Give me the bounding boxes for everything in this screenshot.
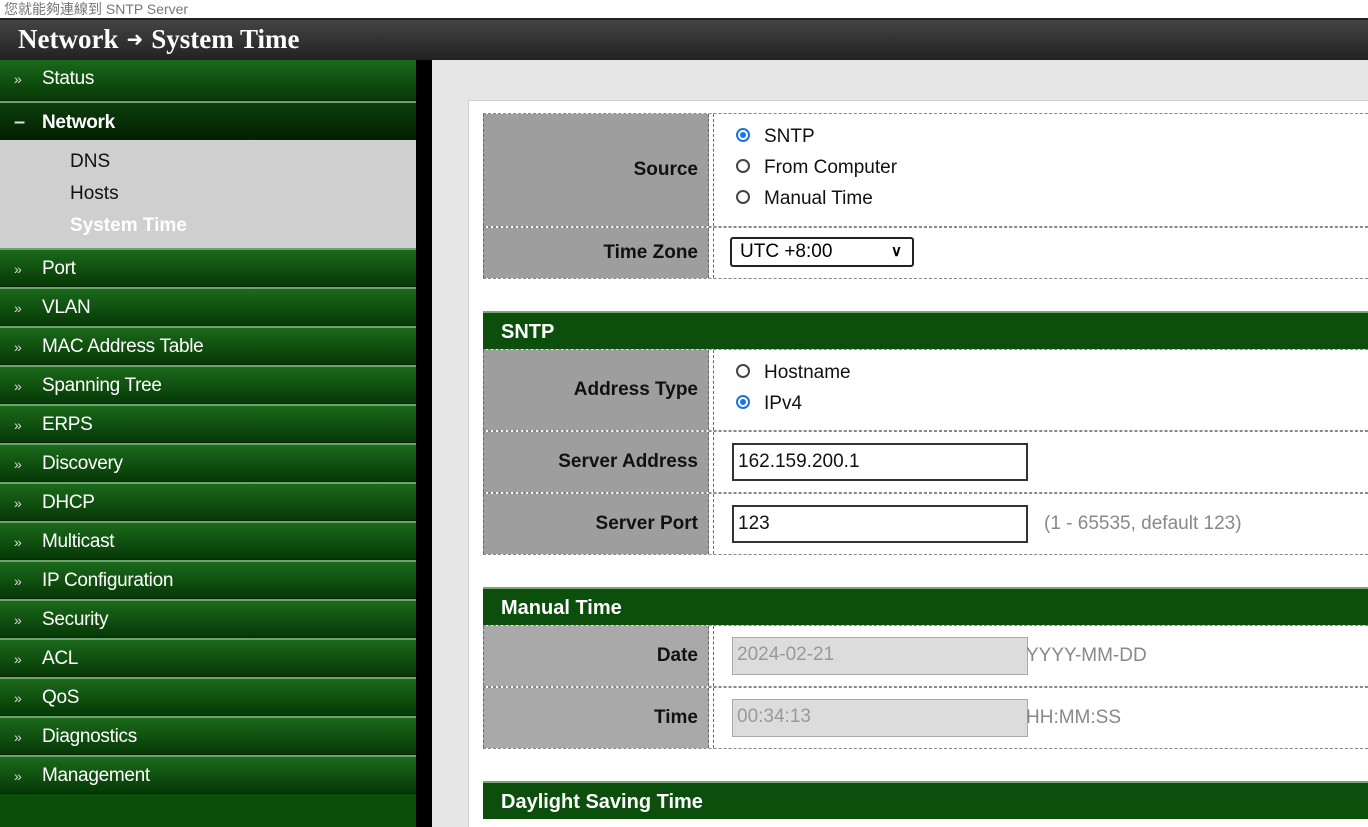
time-zone-select[interactable]: UTC +8:00 ∨: [730, 237, 914, 267]
breadcrumb-page: System Time: [151, 24, 300, 54]
chevron-double-down-icon: »: [14, 417, 22, 433]
date-cell: 2024-02-21 YYYY-MM-DD: [713, 626, 1368, 686]
chevron-double-down-icon: »: [14, 573, 22, 589]
sidebar-item-diagnostics[interactable]: » Diagnostics: [0, 716, 416, 755]
time-cell: 00:34:13 HH:MM:SS: [713, 688, 1368, 748]
address-type-row: Address Type Hostname IPv4: [483, 349, 1368, 431]
server-port-cell: 123 (1 - 65535, default 123): [713, 494, 1368, 554]
date-label: Date: [483, 626, 709, 686]
server-port-input[interactable]: 123: [732, 505, 1028, 543]
radio-icon[interactable]: [736, 158, 750, 173]
server-port-row: Server Port 123 (1 - 65535, default 123): [483, 493, 1368, 555]
chevron-double-down-icon: »: [14, 690, 22, 706]
settings-panel: Source SNTP From Computer Manual Time Ti…: [468, 100, 1368, 827]
manual-time-section-header: Manual Time: [483, 587, 1368, 625]
sidebar-divider: [416, 60, 432, 827]
source-options: SNTP From Computer Manual Time: [713, 114, 1368, 226]
source-row: Source SNTP From Computer Manual Time: [483, 113, 1368, 227]
time-zone-row: Time Zone UTC +8:00 ∨: [483, 227, 1368, 279]
chevron-double-down-icon: »: [14, 300, 22, 316]
chevron-double-down-icon: »: [14, 261, 22, 277]
sidebar-item-acl[interactable]: » ACL: [0, 638, 416, 677]
server-address-cell: 162.159.200.1: [713, 432, 1368, 492]
time-zone-cell: UTC +8:00 ∨: [713, 228, 1368, 278]
address-type-label: Address Type: [483, 350, 709, 430]
date-format-hint: YYYY-MM-DD: [1026, 645, 1147, 666]
time-input[interactable]: 00:34:13: [732, 699, 1028, 737]
chevron-double-down-icon: »: [14, 534, 22, 550]
sidebar-item-erps[interactable]: » ERPS: [0, 404, 416, 443]
sidebar-item-mac-address-table[interactable]: » MAC Address Table: [0, 326, 416, 365]
chevron-double-down-icon: »: [14, 651, 22, 667]
sidebar-item-qos[interactable]: » QoS: [0, 677, 416, 716]
radio-selected-icon[interactable]: [736, 394, 750, 409]
sidebar-item-discovery[interactable]: » Discovery: [0, 443, 416, 482]
source-option-from-computer[interactable]: From Computer: [714, 152, 1368, 183]
sidebar-item-port[interactable]: » Port: [0, 248, 416, 287]
network-submenu: DNS Hosts System Time: [0, 140, 416, 248]
sidebar-subitem-system-time[interactable]: System Time: [0, 210, 416, 242]
address-type-option-ipv4[interactable]: IPv4: [714, 388, 1368, 419]
radio-selected-icon[interactable]: [736, 127, 750, 142]
chevron-double-down-icon: »: [14, 71, 22, 87]
radio-icon[interactable]: [736, 189, 750, 204]
source-option-sntp[interactable]: SNTP: [714, 121, 1368, 152]
date-row: Date 2024-02-21 YYYY-MM-DD: [483, 625, 1368, 687]
sidebar-item-dhcp[interactable]: » DHCP: [0, 482, 416, 521]
chevron-double-down-icon: »: [14, 339, 22, 355]
breadcrumb-section: Network: [18, 24, 119, 54]
server-address-input[interactable]: 162.159.200.1: [732, 443, 1028, 481]
time-zone-label: Time Zone: [483, 228, 709, 278]
time-row: Time 00:34:13 HH:MM:SS: [483, 687, 1368, 749]
server-port-hint: (1 - 65535, default 123): [1044, 513, 1242, 534]
chevron-double-down-icon: »: [14, 495, 22, 511]
chevron-double-down-icon: »: [14, 378, 22, 394]
address-type-option-hostname[interactable]: Hostname: [714, 357, 1368, 388]
server-address-label: Server Address: [483, 432, 709, 492]
radio-icon[interactable]: [736, 363, 750, 378]
sidebar-item-security[interactable]: » Security: [0, 599, 416, 638]
time-label: Time: [483, 688, 709, 748]
breadcrumb-arrow-icon: ➜: [126, 29, 144, 51]
chevron-double-down-icon: »: [14, 612, 22, 628]
date-input[interactable]: 2024-02-21: [732, 637, 1028, 675]
sidebar-subitem-hosts[interactable]: Hosts: [0, 178, 416, 210]
server-address-row: Server Address 162.159.200.1: [483, 431, 1368, 493]
source-label: Source: [483, 114, 709, 226]
chevron-double-down-icon: »: [14, 768, 22, 784]
sntp-section-header: SNTP: [483, 311, 1368, 349]
minus-icon: –: [14, 111, 25, 133]
top-caption-strip: 您就能夠連線到 SNTP Server: [0, 0, 1368, 18]
chevron-double-down-icon: »: [14, 456, 22, 472]
sidebar-item-status[interactable]: » Status: [0, 60, 416, 101]
main-content: Source SNTP From Computer Manual Time Ti…: [432, 60, 1368, 827]
server-port-label: Server Port: [483, 494, 709, 554]
dst-section-header: Daylight Saving Time: [483, 781, 1368, 819]
sidebar-subitem-dns[interactable]: DNS: [0, 146, 416, 178]
chevron-double-down-icon: »: [14, 729, 22, 745]
time-format-hint: HH:MM:SS: [1026, 707, 1121, 728]
sidebar-item-network[interactable]: – Network: [0, 101, 416, 140]
source-option-manual-time[interactable]: Manual Time: [714, 183, 1368, 214]
sidebar-menu: » Status – Network DNS Hosts System Time »…: [0, 60, 416, 827]
sidebar-item-spanning-tree[interactable]: » Spanning Tree: [0, 365, 416, 404]
sidebar-item-ip-configuration[interactable]: » IP Configuration: [0, 560, 416, 599]
sidebar-item-management[interactable]: » Management: [0, 755, 416, 794]
page-title-bar: Network ➜ System Time: [0, 18, 1368, 60]
sidebar-item-multicast[interactable]: » Multicast: [0, 521, 416, 560]
sidebar-item-vlan[interactable]: » VLAN: [0, 287, 416, 326]
address-type-options: Hostname IPv4: [713, 350, 1368, 430]
chevron-down-icon: ∨: [891, 243, 902, 260]
